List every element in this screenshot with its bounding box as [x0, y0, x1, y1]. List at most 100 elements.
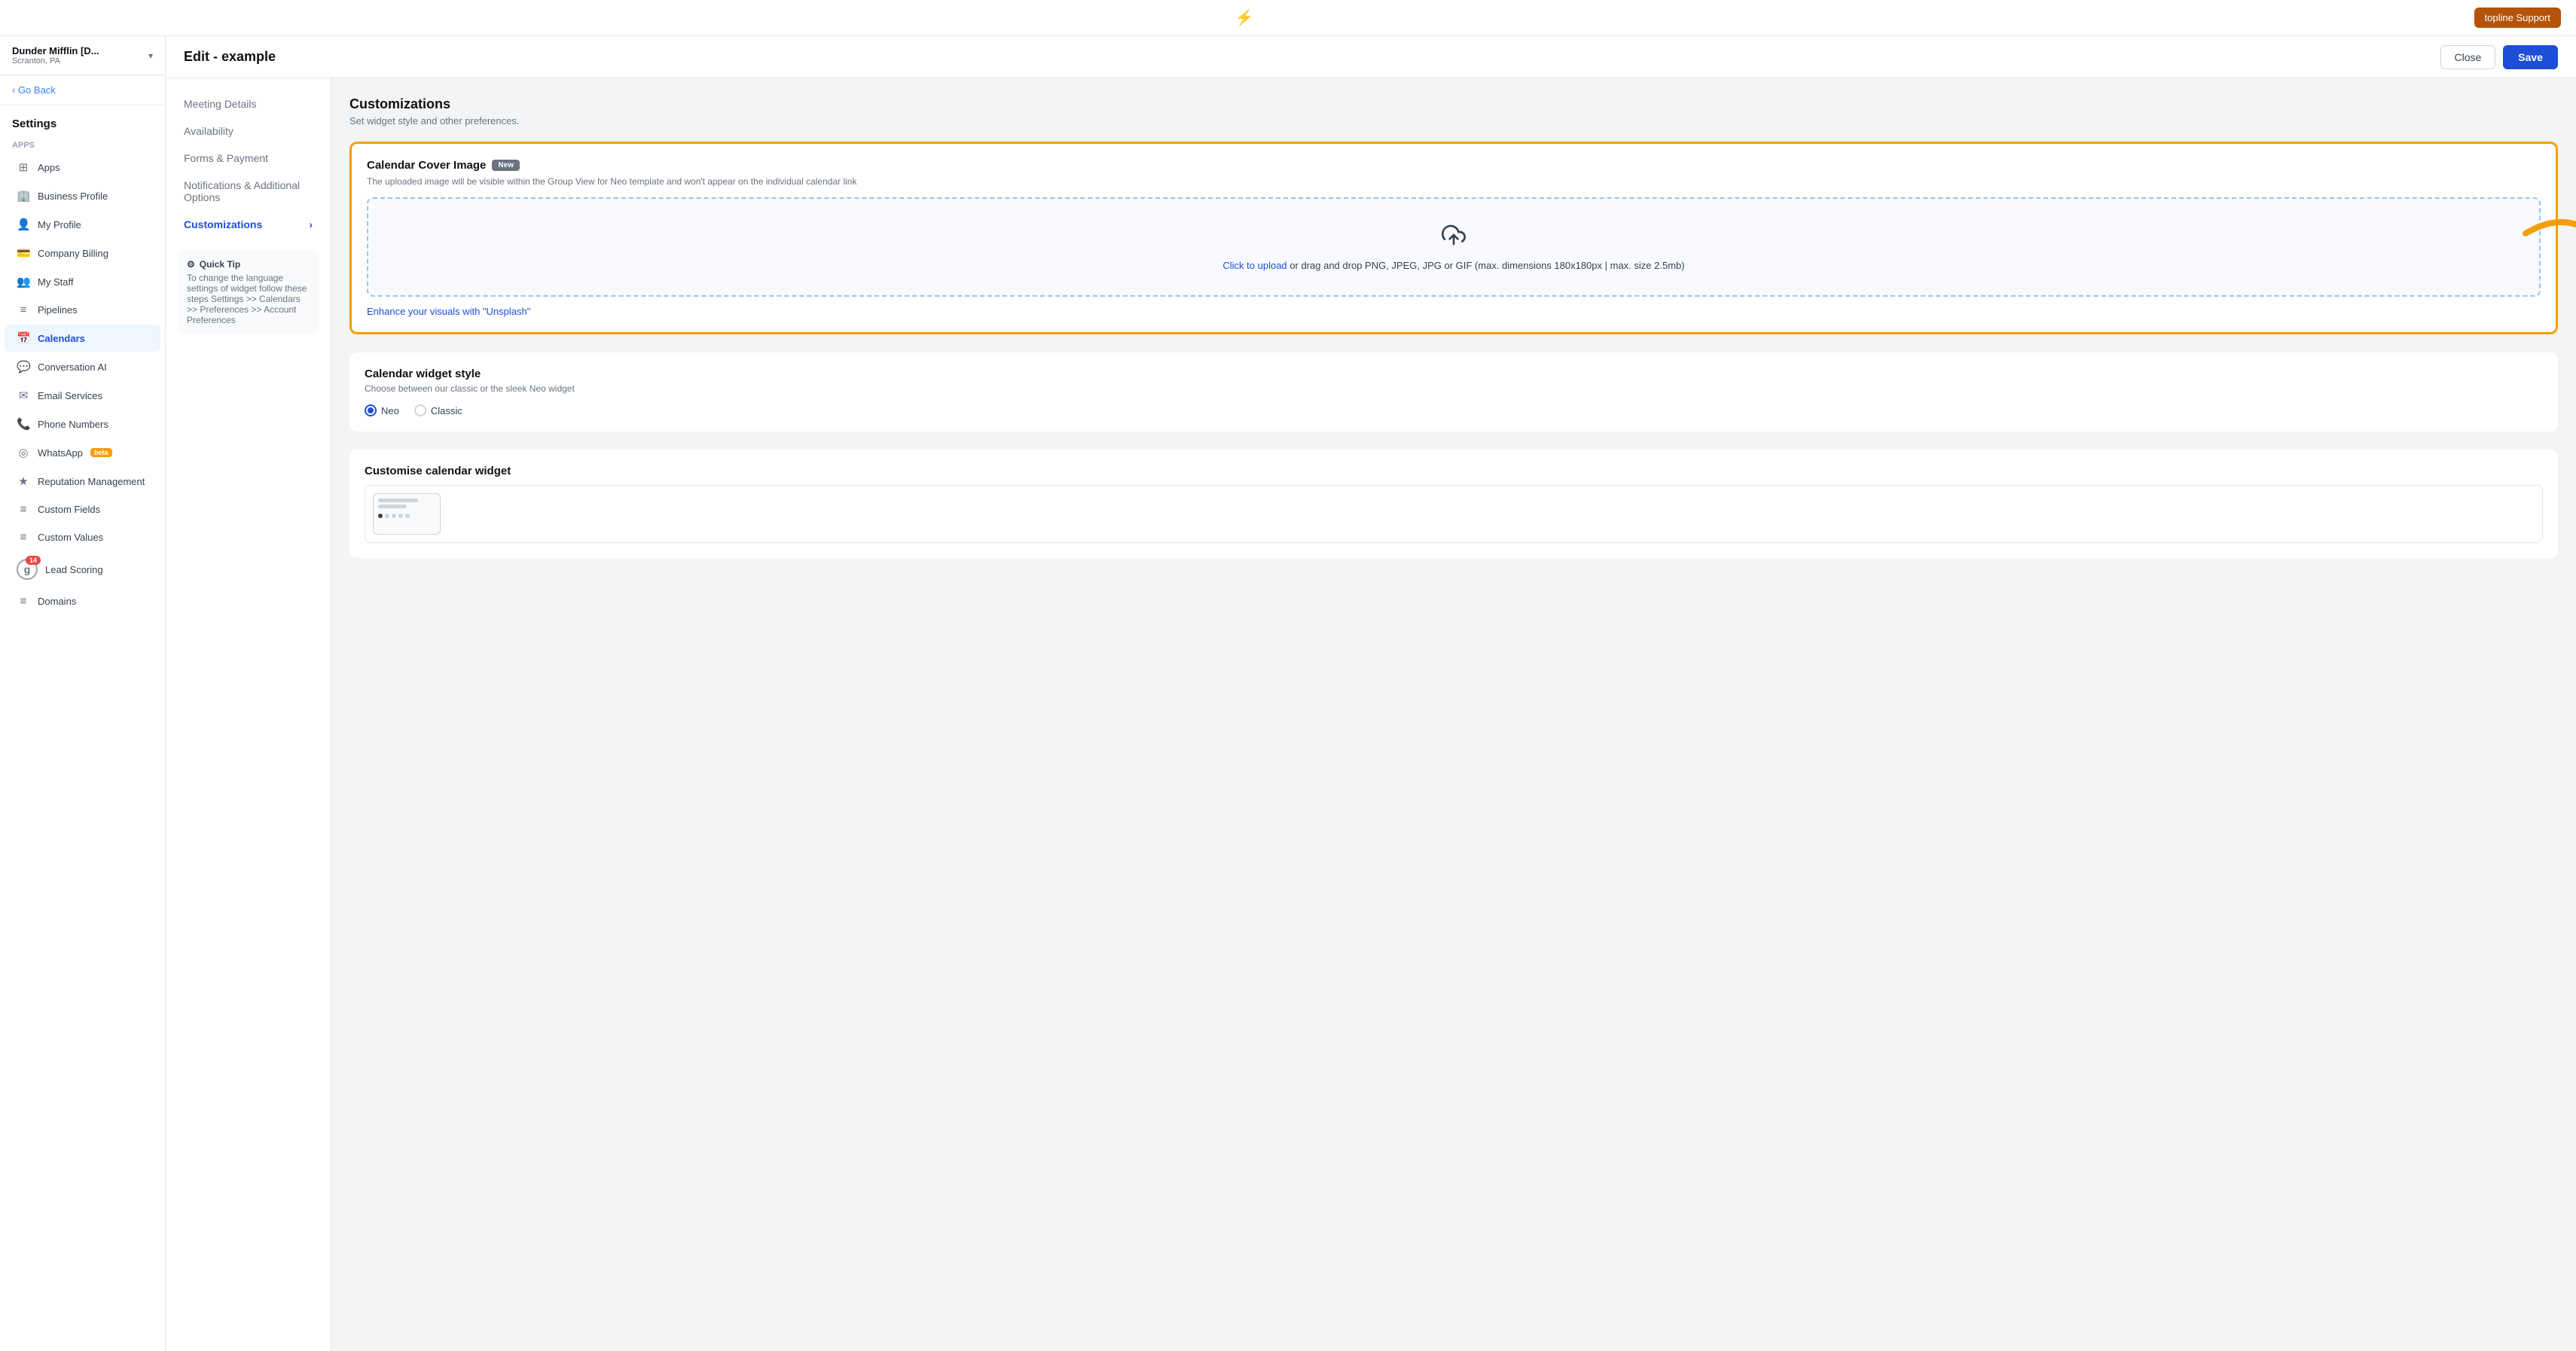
chevron-down-icon: ▾ — [148, 50, 153, 61]
notification-badge: 14 — [26, 556, 41, 565]
edit-header: Edit - example Close Save — [166, 36, 2576, 78]
quick-tip-icon: ⚙ — [187, 259, 195, 270]
sidebar-item-my-staff[interactable]: 👥 My Staff — [5, 268, 160, 295]
sidebar-item-lead-scoring[interactable]: g 14 Lead Scoring — [5, 552, 160, 587]
mock-dot-5 — [405, 514, 410, 518]
section-header: Customizations Set widget style and othe… — [349, 96, 2558, 127]
sidebar-item-label: My Staff — [38, 276, 73, 288]
pipelines-icon: ≡ — [17, 303, 30, 316]
save-button[interactable]: Save — [2503, 45, 2558, 69]
radio-btn-neo[interactable] — [365, 404, 377, 416]
billing-icon: 💳 — [17, 246, 30, 260]
phone-icon: 📞 — [17, 417, 30, 431]
sidebar-item-apps[interactable]: ⊞ Apps — [5, 154, 160, 181]
sidebar-item-reputation[interactable]: ★ Reputation Management — [5, 468, 160, 495]
radio-btn-classic[interactable] — [414, 404, 426, 416]
sidebar-item-label: Apps — [38, 162, 60, 173]
radio-neo[interactable]: Neo — [365, 404, 399, 416]
sidebar-item-custom-values[interactable]: ≡ Custom Values — [5, 524, 160, 550]
calendars-icon: 📅 — [17, 331, 30, 345]
quick-tip-title: ⚙ Quick Tip — [187, 259, 310, 270]
widget-preview-mock — [365, 485, 2543, 543]
main-area: Edit - example Close Save Meeting Detail… — [166, 36, 2576, 1351]
g-icon: g 14 — [17, 559, 38, 580]
custom-fields-icon: ≡ — [17, 503, 30, 516]
sidebar-item-label: Domains — [38, 596, 76, 607]
sidebar-item-label: Business Profile — [38, 191, 108, 202]
cover-image-desc: The uploaded image will be visible withi… — [367, 176, 2541, 187]
mock-dot-1 — [378, 514, 383, 518]
email-icon: ✉ — [17, 389, 30, 402]
mock-dot-3 — [392, 514, 396, 518]
apps-icon: ⊞ — [17, 160, 30, 174]
sidebar-item-label: Calendars — [38, 333, 85, 344]
sidebar-item-label: Custom Values — [38, 532, 103, 543]
sidebar-item-label: Company Billing — [38, 248, 108, 259]
edit-title: Edit - example — [184, 49, 276, 65]
sidebar-item-calendars[interactable]: 📅 Calendars — [5, 325, 160, 352]
mock-bar-2 — [378, 505, 407, 508]
domains-icon: ≡ — [17, 595, 30, 608]
sidebar-item-company-billing[interactable]: 💳 Company Billing — [5, 239, 160, 267]
nav-item-notifications[interactable]: Notifications & Additional Options — [166, 172, 331, 211]
sidebar-item-my-profile[interactable]: 👤 My Profile — [5, 211, 160, 238]
sidebar-item-pipelines[interactable]: ≡ Pipelines — [5, 297, 160, 323]
sidebar-item-label: Pipelines — [38, 304, 78, 316]
classic-label: Classic — [431, 405, 462, 416]
cover-image-title-text: Calendar Cover Image — [367, 159, 486, 172]
sidebar-item-conversation-ai[interactable]: 💬 Conversation AI — [5, 353, 160, 380]
sidebar-item-custom-fields[interactable]: ≡ Custom Fields — [5, 496, 160, 523]
mock-bar-1 — [378, 499, 418, 502]
conversation-ai-icon: 💬 — [17, 360, 30, 374]
section-title: Customizations — [349, 96, 2558, 112]
widget-style-title: Calendar widget style — [365, 367, 2543, 380]
upload-instructions: Click to upload or drag and drop PNG, JP… — [1222, 260, 1684, 271]
customise-widget-title: Customise calendar widget — [365, 465, 2543, 477]
left-nav: Meeting Details Availability Forms & Pay… — [166, 78, 331, 1351]
nav-item-customizations[interactable]: Customizations — [166, 211, 331, 238]
widget-style-card: Calendar widget style Choose between our… — [349, 352, 2558, 432]
workspace-selector[interactable]: Dunder Mifflin [D... Scranton, PA ▾ — [0, 36, 165, 75]
reputation-icon: ★ — [17, 474, 30, 488]
section-subtitle: Set widget style and other preferences. — [349, 115, 2558, 127]
sidebar-item-label: My Profile — [38, 219, 81, 230]
radio-classic[interactable]: Classic — [414, 404, 462, 416]
cover-image-title: Calendar Cover Image New — [367, 159, 2541, 172]
go-back-button[interactable]: ‹ Go Back — [0, 75, 165, 105]
header-actions: Close Save — [2440, 45, 2559, 69]
business-profile-icon: 🏢 — [17, 189, 30, 203]
unsplash-link[interactable]: Enhance your visuals with "Unsplash" — [367, 306, 2541, 317]
support-button[interactable]: topline Support — [2474, 8, 2561, 28]
content-area: Meeting Details Availability Forms & Pay… — [166, 78, 2576, 1351]
preview-widget-thumb — [373, 493, 441, 535]
click-to-upload-link[interactable]: Click to upload — [1222, 260, 1286, 271]
whatsapp-icon: ◎ — [17, 446, 30, 459]
upload-area[interactable]: Click to upload or drag and drop PNG, JP… — [367, 197, 2541, 297]
sidebar: Dunder Mifflin [D... Scranton, PA ▾ ‹ Go… — [0, 36, 166, 1351]
sidebar-item-business-profile[interactable]: 🏢 Business Profile — [5, 182, 160, 209]
sidebar-item-label: Reputation Management — [38, 476, 145, 487]
sidebar-item-label: Conversation AI — [38, 361, 107, 373]
upload-icon — [1442, 223, 1466, 252]
sidebar-item-label: WhatsApp — [38, 447, 83, 459]
nav-item-forms-payment[interactable]: Forms & Payment — [166, 145, 331, 172]
main-panel: Customizations Set widget style and othe… — [331, 78, 2576, 1351]
sidebar-item-phone-numbers[interactable]: 📞 Phone Numbers — [5, 410, 160, 438]
nav-item-availability[interactable]: Availability — [166, 117, 331, 145]
close-button[interactable]: Close — [2440, 45, 2496, 69]
mock-dots — [378, 514, 410, 518]
sidebar-item-email-services[interactable]: ✉ Email Services — [5, 382, 160, 409]
sidebar-item-label: Lead Scoring — [45, 564, 103, 575]
sidebar-item-whatsapp[interactable]: ◎ WhatsApp beta — [5, 439, 160, 466]
sidebar-item-label: Email Services — [38, 390, 102, 401]
topbar-center: ⚡ — [1235, 8, 1254, 27]
beta-badge: beta — [90, 448, 112, 457]
sidebar-item-domains[interactable]: ≡ Domains — [5, 588, 160, 615]
nav-item-meeting-details[interactable]: Meeting Details — [166, 90, 331, 117]
sidebar-item-label: Custom Fields — [38, 504, 100, 515]
widget-style-sub: Choose between our classic or the sleek … — [365, 383, 2543, 394]
mock-dot-2 — [385, 514, 389, 518]
new-badge: New — [492, 160, 520, 171]
calendar-cover-image-card: Calendar Cover Image New The uploaded im… — [349, 142, 2558, 334]
quick-tip: ⚙ Quick Tip To change the language setti… — [178, 250, 319, 334]
